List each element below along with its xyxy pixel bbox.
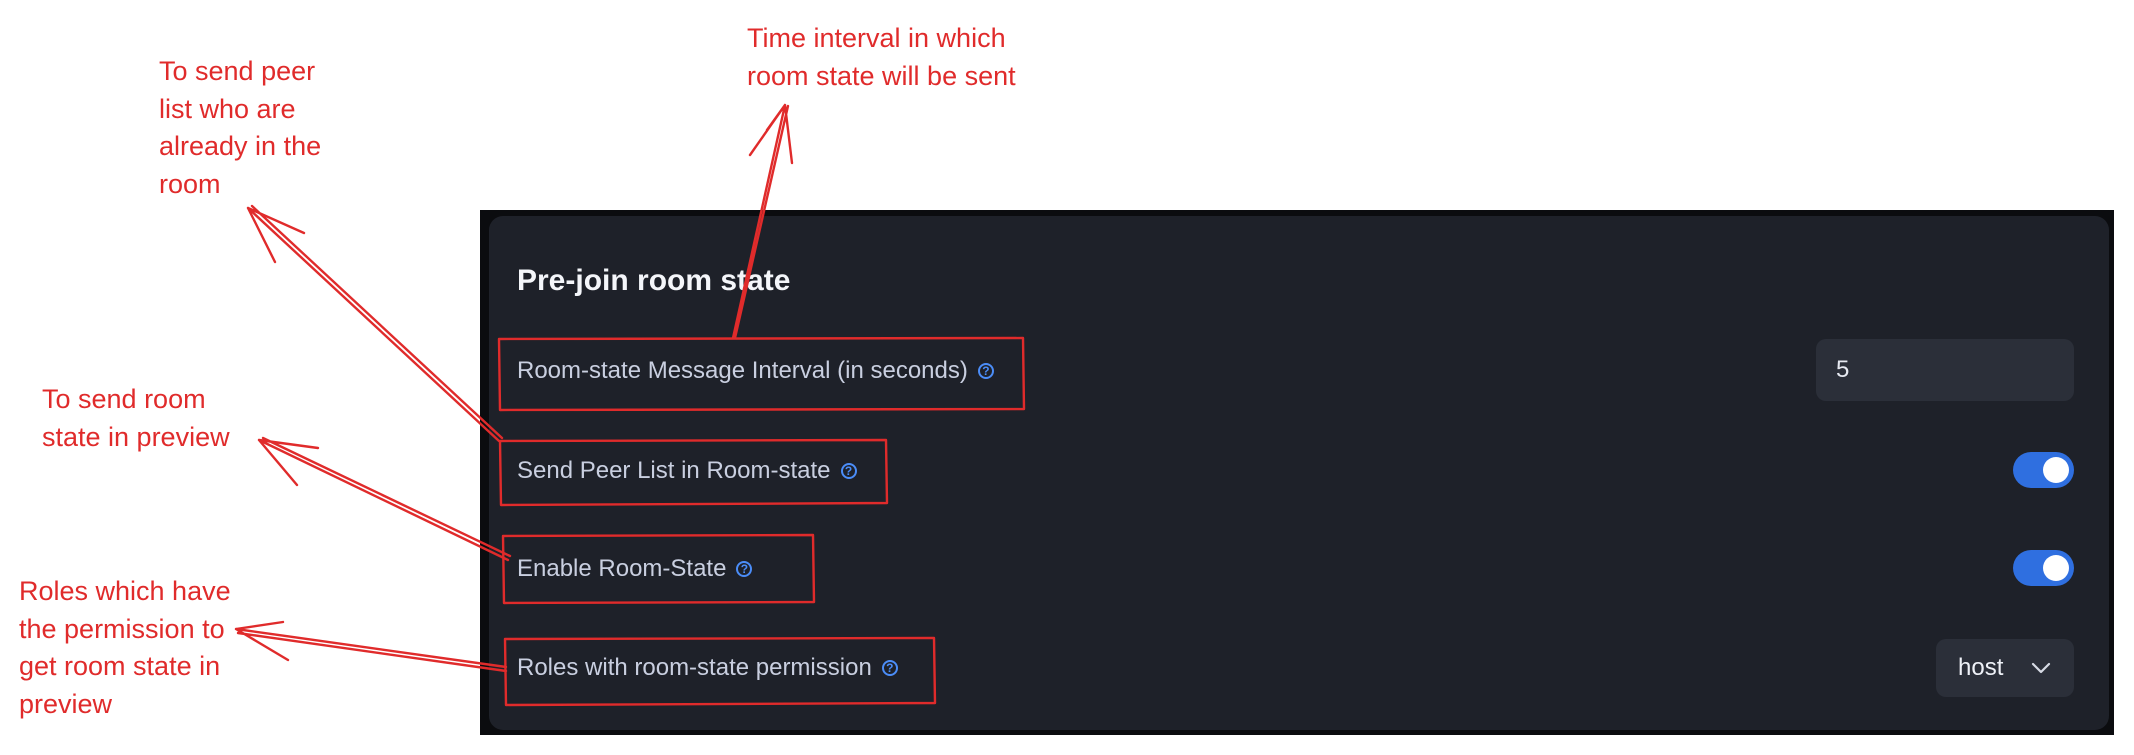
row-label-text: Enable Room-State <box>517 555 727 582</box>
annotation-line: room <box>159 168 221 199</box>
annotation-roles: Roles which have the permission to get r… <box>19 573 231 723</box>
annotation-line: list who are <box>159 93 296 124</box>
arrow-roles <box>234 620 508 673</box>
arrow-peer-list <box>246 204 504 443</box>
toggle-knob <box>2043 457 2069 483</box>
chevron-down-icon <box>2031 662 2051 674</box>
annotation-line: To send room <box>42 384 206 414</box>
annotation-time-interval: Time interval in which room state will b… <box>747 20 1016 95</box>
question-circle-icon[interactable]: ? <box>881 660 898 676</box>
question-circle-icon[interactable]: ? <box>736 561 753 577</box>
annotation-line: get room state in <box>19 651 221 681</box>
annotation-line: preview <box>19 688 113 719</box>
annotation-line: Roles which have <box>19 576 231 606</box>
row-label-interval: Room-state Message Interval (in seconds)… <box>517 351 994 391</box>
row-label-roles: Roles with room-state permission ? <box>517 648 898 688</box>
send-peer-list-toggle[interactable] <box>2013 452 2074 488</box>
row-label-enable-room-state: Enable Room-State ? <box>517 549 753 589</box>
annotation-line: room state will be sent <box>747 60 1016 91</box>
interval-input[interactable] <box>1816 339 2074 401</box>
arrow-room-state-preview <box>257 436 512 562</box>
row-label-text: Send Peer List in Room-state <box>517 457 831 484</box>
roles-select[interactable]: host <box>1936 639 2074 697</box>
annotation-line: already in the <box>159 131 322 161</box>
panel-title: Pre-join room state <box>517 264 791 297</box>
row-label-text: Roles with room-state permission <box>517 654 872 681</box>
annotation-line: state in preview <box>42 421 230 452</box>
annotation-line: the permission to <box>19 613 225 644</box>
row-label-send-peer-list: Send Peer List in Room-state ? <box>517 451 857 491</box>
row-label-text: Room-state Message Interval (in seconds) <box>517 357 968 384</box>
toggle-knob <box>2043 555 2069 581</box>
annotation-room-state-preview: To send room state in preview <box>42 381 230 456</box>
question-circle-icon[interactable]: ? <box>977 363 994 379</box>
roles-select-value: host <box>1958 654 2004 681</box>
annotation-line: To send peer <box>159 56 316 86</box>
annotation-line: Time interval in which <box>747 23 1006 53</box>
annotation-peer-list: To send peer list who are already in the… <box>159 53 321 203</box>
question-circle-icon[interactable]: ? <box>840 463 857 479</box>
enable-room-state-toggle[interactable] <box>2013 550 2074 586</box>
